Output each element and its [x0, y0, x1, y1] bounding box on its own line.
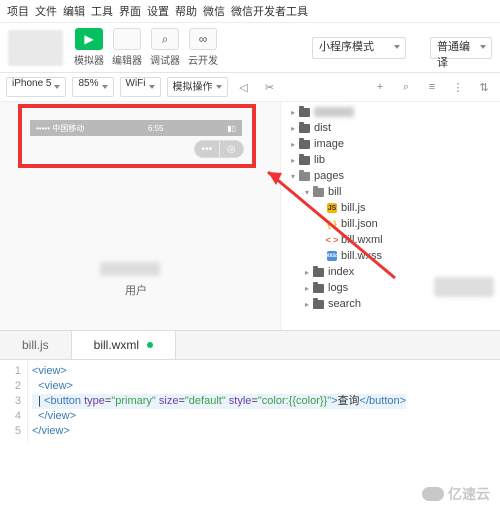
tab-label: bill.wxml [94, 338, 139, 352]
annotation-frame [18, 104, 256, 168]
editor-tabs: bill.js bill.wxml [0, 330, 500, 360]
watermark: 亿速云 [422, 484, 490, 504]
code-editor[interactable]: 12345 <view> <view> | <button type="prim… [0, 360, 500, 443]
editor-tab[interactable]: bill.js [0, 331, 72, 359]
cloud-icon [422, 487, 444, 501]
dirty-dot [147, 342, 153, 348]
editor-tab[interactable]: bill.wxml [72, 331, 176, 359]
tab-label: bill.js [22, 338, 49, 352]
code-area[interactable]: <view> <view> | <button type="primary" s… [28, 360, 410, 443]
line-gutter: 12345 [0, 360, 28, 443]
